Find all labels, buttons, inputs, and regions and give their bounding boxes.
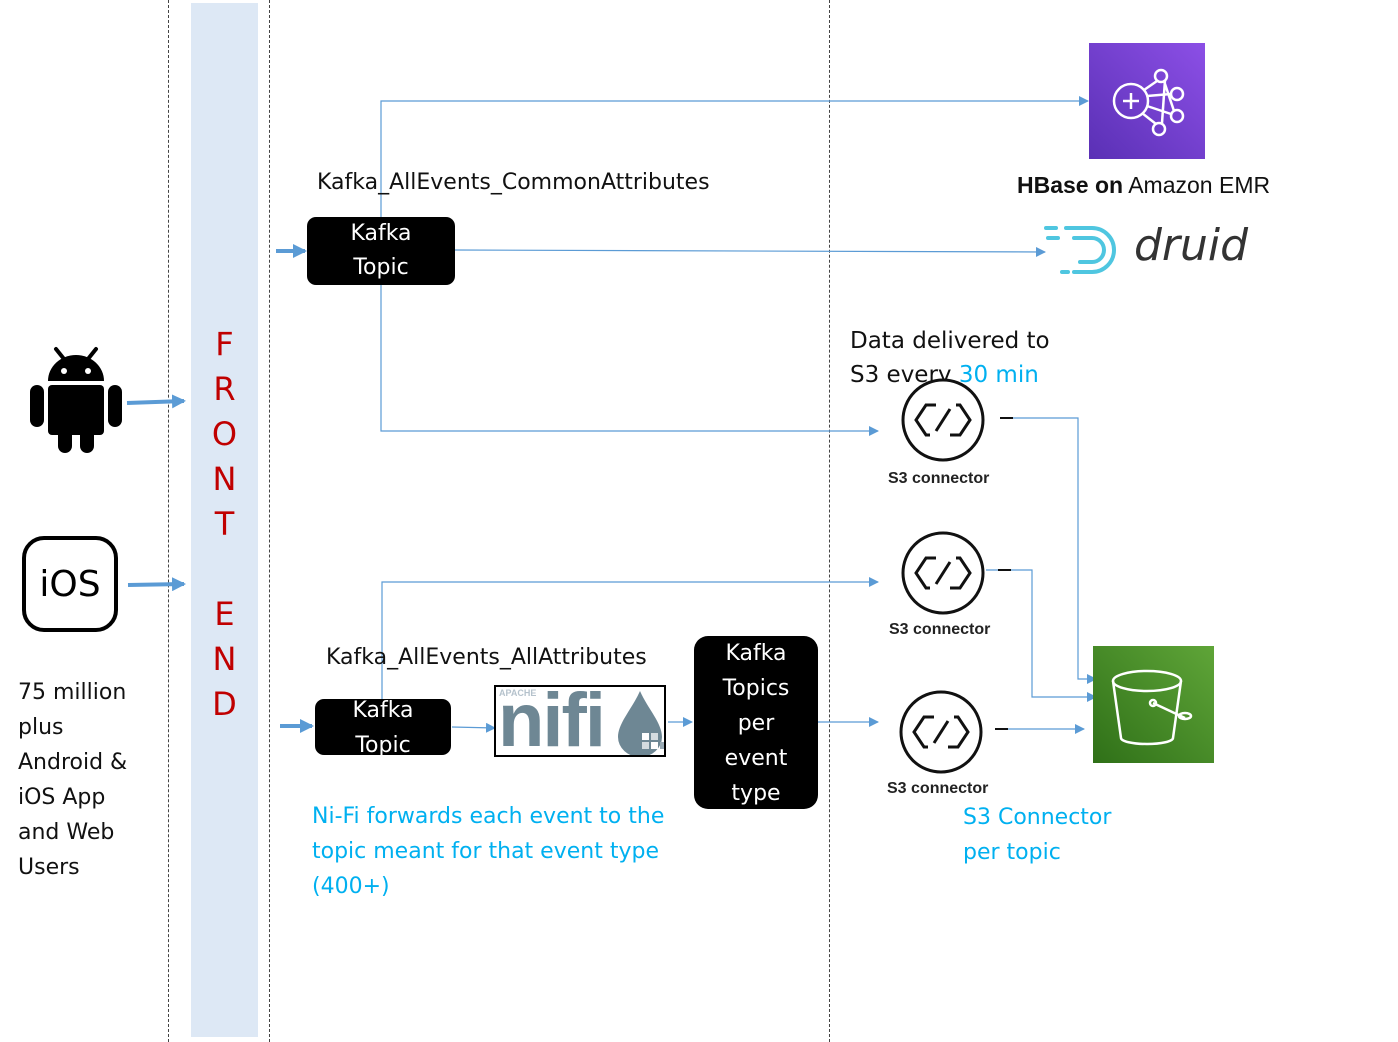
kafka-topic-line: Topic bbox=[355, 733, 411, 755]
kafka-topic-line: Topic bbox=[353, 255, 409, 280]
nifi-wordmark: nifi bbox=[498, 685, 606, 757]
s3-connector-note-line: per topic bbox=[963, 840, 1061, 865]
topic-all-title: Kafka_AllEvents_AllAttributes bbox=[326, 645, 647, 670]
arrow-s3-connector-1-to-bucket bbox=[1000, 417, 1097, 684]
s3-connector-note-line: S3 Connector bbox=[963, 805, 1112, 830]
kafka-topic-common: Kafka Topic bbox=[307, 217, 455, 285]
clients-description-line: Users bbox=[18, 855, 80, 880]
hbase-label-bold: HBase on bbox=[1017, 172, 1124, 198]
kafka-topic-line: per bbox=[737, 711, 775, 736]
druid-wordmark: druid bbox=[1134, 220, 1249, 271]
arrow-s3-connector-2-to-bucket bbox=[986, 569, 1097, 702]
clients-description: 75 million plus Android & iOS App and We… bbox=[18, 675, 127, 885]
ios-icon-label: iOS bbox=[39, 563, 101, 605]
topic-common-title: Kafka_AllEvents_CommonAttributes bbox=[317, 170, 710, 195]
s3-connector-note: S3 Connector per topic bbox=[963, 800, 1111, 870]
s3-connector-icon bbox=[900, 377, 986, 463]
ios-icon: iOS bbox=[22, 536, 118, 632]
nifi-note-line: Ni-Fi forwards each event to the bbox=[312, 804, 665, 829]
kafka-topic-all: Kafka Topic bbox=[315, 699, 451, 755]
kafka-topic-line: Kafka bbox=[725, 641, 787, 666]
kafka-topic-line: event bbox=[724, 746, 788, 771]
clients-description-line: and Web bbox=[18, 820, 115, 845]
hbase-label: HBase on Amazon EMR bbox=[1017, 172, 1270, 199]
arrow-topic-to-nifi bbox=[451, 722, 496, 733]
clients-description-line: 75 million bbox=[18, 680, 127, 705]
druid-mark-icon bbox=[1044, 226, 1116, 274]
hbase-emr-icon bbox=[1089, 43, 1205, 159]
clients-description-line: Android & bbox=[18, 750, 128, 775]
s3-delivery-note-line1: Data delivered to bbox=[850, 328, 1050, 354]
arrow-ios-to-frontend bbox=[127, 577, 186, 592]
arrow-topic-to-druid bbox=[454, 246, 1046, 257]
kafka-topics-per-event: Kafka Topics per event type bbox=[694, 636, 818, 809]
arrow-android-to-frontend bbox=[126, 394, 186, 409]
arrow-topic-to-s3-connector-1 bbox=[380, 285, 879, 436]
s3-connector-icon bbox=[898, 689, 984, 775]
kafka-topic-line: type bbox=[731, 781, 781, 806]
hbase-label-rest: Amazon EMR bbox=[1123, 172, 1271, 198]
nifi-note-line: topic meant for that event type bbox=[312, 839, 659, 864]
kafka-topic-line: Kafka bbox=[350, 221, 412, 246]
nifi-note: Ni-Fi forwards each event to the topic m… bbox=[312, 799, 664, 904]
kafka-topic-line: Topics bbox=[722, 676, 790, 701]
s3-connector-icon bbox=[900, 530, 986, 616]
nifi-note-line: (400+) bbox=[312, 874, 390, 899]
s3-connector-label: S3 connector bbox=[887, 780, 989, 797]
s3-connector-label: S3 connector bbox=[888, 470, 990, 487]
s3-connector-label: S3 connector bbox=[889, 621, 991, 638]
arrow-topic-to-hbase bbox=[380, 96, 1089, 217]
clients-description-line: plus bbox=[18, 715, 64, 740]
s3-bucket-icon bbox=[1093, 646, 1214, 763]
nifi-logo: APACHE nifi bbox=[494, 685, 666, 757]
nifi-drop-icon bbox=[618, 691, 664, 755]
android-icon bbox=[28, 345, 124, 455]
clients-description-line: iOS App bbox=[18, 785, 106, 810]
druid-logo: druid bbox=[1044, 220, 1264, 280]
kafka-topic-line: Kafka bbox=[352, 699, 414, 723]
